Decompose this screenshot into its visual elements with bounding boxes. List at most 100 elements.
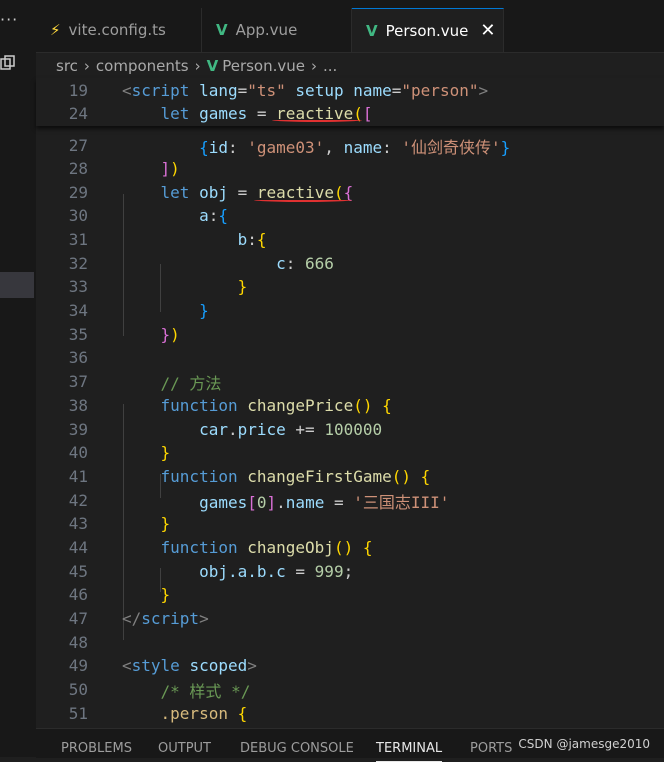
token: }	[237, 277, 248, 296]
token: script	[141, 609, 200, 628]
vite-icon: ⚡	[50, 21, 61, 39]
chevron-right-icon: ›	[311, 57, 317, 75]
red-underline-annotation	[272, 118, 362, 122]
tab-vite-config[interactable]: ⚡ vite.config.ts	[36, 8, 202, 52]
line-number: 43	[68, 514, 88, 533]
explorer-icon[interactable]	[0, 54, 16, 74]
tab-person-vue[interactable]: V Person.vue ✕	[352, 8, 504, 52]
token: [	[247, 492, 257, 512]
token: 0	[256, 492, 267, 512]
token: =	[256, 104, 267, 123]
tab-output[interactable]: OUTPUT	[158, 741, 211, 756]
panel-tab-bar: PROBLEMS OUTPUT DEBUG CONSOLE TERMINAL P…	[36, 728, 664, 762]
code-line: 32 c: 666	[36, 252, 664, 275]
token: changePrice	[247, 396, 354, 415]
more-icon[interactable]: ···	[0, 12, 20, 28]
token: name	[343, 137, 383, 157]
token: "person"	[401, 81, 479, 100]
line-number: 44	[68, 538, 88, 557]
close-icon[interactable]: ✕	[480, 20, 495, 41]
token: // 方法	[160, 373, 222, 393]
line-number: 33	[68, 277, 88, 296]
tab-problems[interactable]: PROBLEMS	[61, 741, 132, 756]
token: '仙剑奇侠传'	[401, 137, 501, 157]
token: id	[208, 137, 228, 157]
code-line: 41 function changeFirstGame() {	[36, 465, 664, 488]
code-line: 43 }	[36, 512, 664, 535]
watermark: CSDN @jamesge2010	[518, 737, 650, 751]
red-underline-annotation	[254, 198, 352, 202]
code-line: 47 </script>	[36, 607, 664, 630]
code-line: 50 /* 样式 */	[36, 678, 664, 701]
code-line: 45 obj.a.b.c = 999;	[36, 560, 664, 583]
token: function	[160, 538, 238, 557]
token: :	[382, 137, 402, 157]
token: :	[247, 230, 257, 249]
token: +=	[285, 420, 325, 439]
code-line: 36	[36, 346, 664, 369]
token: {	[199, 137, 209, 157]
token: setup	[295, 81, 344, 100]
tab-debug-console[interactable]: DEBUG CONSOLE	[240, 741, 354, 756]
token: =	[237, 183, 248, 202]
code-line: 39 car.price += 100000	[36, 418, 664, 441]
token: scoped	[189, 656, 248, 675]
token: script	[131, 81, 190, 100]
chevron-right-icon: ›	[194, 57, 201, 75]
line-number: 37	[68, 372, 88, 391]
breadcrumb-item-more[interactable]: ...	[323, 57, 337, 75]
token: }	[160, 585, 171, 604]
token: let	[160, 183, 190, 202]
token: )	[170, 325, 180, 344]
code-line: 37 // 方法	[36, 370, 664, 393]
line-number: 50	[68, 680, 88, 699]
line-number: 48	[68, 633, 88, 652]
tab-terminal[interactable]: TERMINAL	[376, 741, 443, 762]
code-editor[interactable]: 19 <script lang="ts" setup name="person">…	[36, 78, 664, 728]
vue-icon: V	[216, 21, 228, 39]
tab-app-vue[interactable]: V App.vue	[202, 8, 352, 52]
token: }	[160, 443, 171, 462]
token: }	[160, 325, 171, 344]
token: >	[199, 609, 209, 628]
code-line: 19 <script lang="ts" setup name="person">	[36, 79, 664, 102]
token: changeFirstGame	[247, 467, 392, 486]
active-sidebar-item[interactable]	[0, 272, 34, 298]
line-number: 31	[68, 230, 88, 249]
code-line: 30 a:{	[36, 204, 664, 227]
line-number: 19	[68, 81, 88, 100]
token: [	[362, 104, 373, 123]
token: >	[478, 81, 489, 100]
breadcrumb-item-file[interactable]: Person.vue	[222, 57, 305, 75]
vue-icon: V	[366, 21, 378, 40]
breadcrumb-item-components[interactable]: components	[96, 57, 189, 75]
breadcrumb-item-src[interactable]: src	[56, 57, 78, 75]
code-line: 34 }	[36, 299, 664, 322]
token: 999	[314, 562, 344, 581]
line-number: 46	[68, 585, 88, 604]
breadcrumb: src › components › V Person.vue › ...	[36, 54, 664, 78]
code-line: 38 function changePrice() {	[36, 394, 664, 417]
line-number: 35	[68, 325, 88, 344]
tab-ports[interactable]: PORTS	[470, 741, 512, 756]
tab-label: App.vue	[235, 21, 298, 39]
token: ]	[266, 492, 277, 512]
token: :	[227, 137, 248, 157]
token: "ts"	[247, 81, 286, 100]
token: b	[237, 230, 248, 249]
line-number: 28	[68, 159, 88, 178]
code-line: 44 function changeObj() {	[36, 536, 664, 559]
token: {	[218, 206, 228, 225]
token: <	[122, 81, 132, 100]
chevron-right-icon: ›	[83, 57, 90, 75]
code-line: 35 })	[36, 323, 664, 346]
sticky-scroll-header[interactable]: 19 <script lang="ts" setup name="person">…	[36, 78, 664, 126]
token: obj	[199, 183, 228, 202]
token: =	[285, 562, 315, 581]
token: =	[391, 81, 402, 100]
token: {	[237, 704, 248, 723]
token: 666	[305, 254, 334, 273]
token: .person	[160, 704, 228, 723]
code-line: 48	[36, 631, 664, 654]
line-number: 32	[68, 254, 88, 273]
